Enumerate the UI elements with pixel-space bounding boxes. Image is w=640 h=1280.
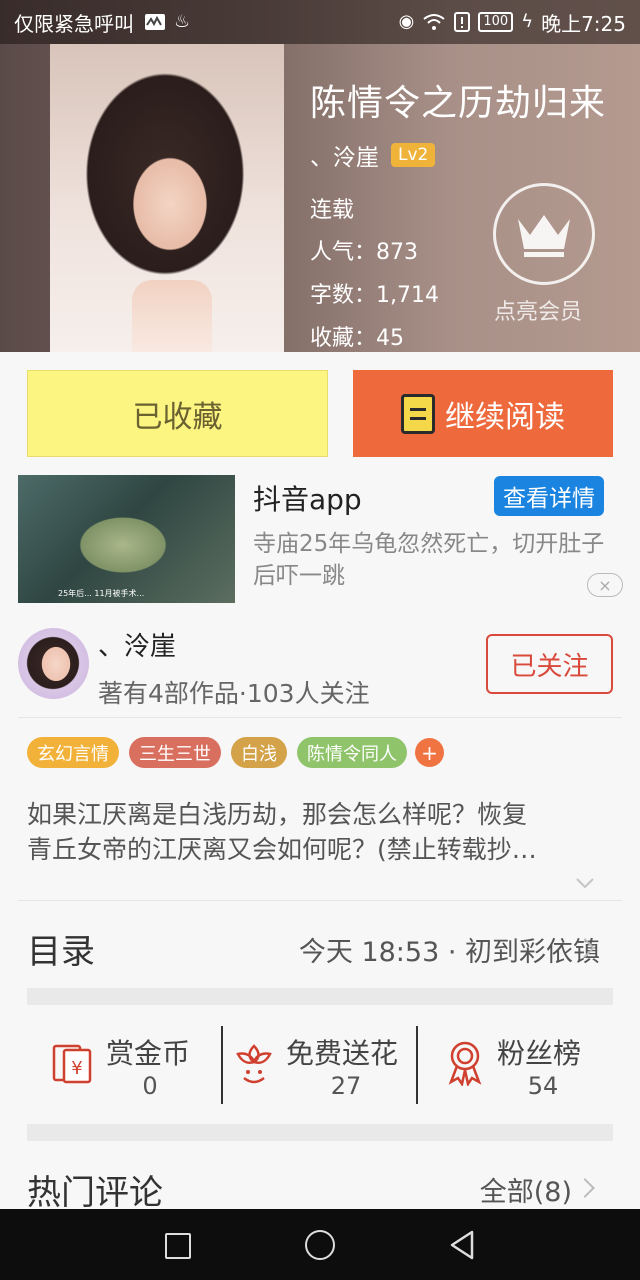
ad-detail-button[interactable]: 查看详情 (494, 476, 604, 516)
ad-description[interactable]: 寺庙25年乌龟忽然死亡，切开肚子后吓一跳 (253, 528, 613, 592)
book-favorites: 收藏：45 (310, 326, 404, 351)
section-band (27, 1124, 613, 1141)
book-title: 陈情令之历劫归来 (310, 83, 607, 124)
book-word-count: 字数：1,714 (310, 283, 439, 308)
stat-value: 0 (142, 1072, 158, 1100)
section-band (27, 988, 613, 1005)
book-author[interactable]: 、泠崖 (310, 138, 379, 172)
add-tag-button[interactable]: + (415, 738, 444, 767)
ad-thumb-caption: 25年后... 11月被手术... (58, 589, 145, 598)
back-icon[interactable] (448, 1229, 476, 1261)
activity-icon (145, 14, 165, 30)
chevron-down-icon[interactable] (574, 872, 596, 894)
carrier-text: 仅限紧急呼叫 (14, 11, 134, 36)
continue-reading-button[interactable]: 继续阅读 (353, 370, 613, 457)
wifi-icon (423, 14, 445, 30)
ad-title[interactable]: 抖音app (253, 478, 362, 518)
charging-icon: ϟ (521, 11, 534, 32)
home-icon[interactable] (305, 1230, 335, 1260)
tag-item[interactable]: 陈情令同人 (297, 737, 407, 768)
divider (221, 1026, 223, 1104)
author-stats: 著有4部作品·103人关注 (98, 679, 370, 708)
divider (416, 1026, 418, 1104)
author-name[interactable]: 、泠崖 (98, 626, 176, 663)
all-comments-link[interactable]: 全部(8) (480, 1170, 572, 1209)
reward-coins-stat[interactable]: ¥ 赏金币 0 (50, 1026, 220, 1104)
catalog-latest-chapter[interactable]: 今天 18:53 · 初到彩依镇 (299, 930, 600, 969)
battery-indicator: 100 (478, 12, 514, 32)
red-envelope-icon: ¥ (52, 1044, 92, 1084)
continue-reading-label: 继续阅读 (445, 399, 565, 435)
fan-ranking-stat[interactable]: 粉丝榜 54 (445, 1026, 605, 1104)
avatar[interactable] (18, 628, 89, 699)
collected-button[interactable]: 已收藏 (27, 370, 328, 457)
book-header: 陈情令之历劫归来 、泠崖 Lv2 连载 人气：873 字数：1,714 收藏：4… (0, 0, 640, 352)
vip-label[interactable]: 点亮会员 (494, 294, 582, 326)
status-bar: 仅限紧急呼叫 ♨ ◉ 100 ϟ 晚上7:25 (0, 0, 640, 44)
hot-comments-title: 热门评论 (27, 1173, 163, 1213)
eye-icon: ◉ (398, 11, 415, 32)
book-popularity: 人气：873 (310, 240, 418, 265)
stat-value: 27 (330, 1072, 362, 1100)
catalog-title[interactable]: 目录 (27, 924, 95, 973)
divider (18, 900, 622, 901)
medal-icon (448, 1041, 482, 1086)
synopsis-line: 如果江厌离是白浅历劫，那会怎么样呢？恢复 (27, 800, 528, 829)
stat-label: 赏金币 (106, 1037, 191, 1070)
svg-text:¥: ¥ (71, 1058, 82, 1079)
stat-label: 粉丝榜 (497, 1037, 582, 1070)
book-cover[interactable] (50, 44, 284, 352)
level-badge: Lv2 (391, 143, 436, 167)
flower-icon (236, 1044, 272, 1084)
chevron-right-icon[interactable] (575, 1178, 595, 1198)
cover-figure (132, 280, 212, 352)
system-nav-bar (0, 1209, 640, 1280)
recent-apps-icon[interactable] (165, 1233, 191, 1259)
synopsis-line: 青丘女帝的江厌离又会如何呢？(禁止转载抄… (27, 835, 537, 864)
divider (18, 717, 622, 718)
ad-thumbnail[interactable]: 25年后... 11月被手术... (18, 475, 235, 603)
stat-value: 54 (527, 1072, 559, 1100)
alert-icon (454, 12, 471, 32)
tag-list: 玄幻言情 三生三世 白浅 陈情令同人 + (27, 737, 444, 768)
tag-item[interactable]: 白浅 (231, 737, 287, 768)
clock: 晚上7:25 (541, 11, 626, 36)
stat-label: 免费送花 (286, 1037, 399, 1070)
ad-close-icon[interactable]: × (587, 573, 623, 597)
notification-icon: ♨ (174, 11, 191, 32)
synopsis[interactable]: 如果江厌离是白浅历劫，那会怎么样呢？恢复 青丘女帝的江厌离又会如何呢？(禁止转载… (27, 797, 617, 867)
free-flower-stat[interactable]: 免费送花 27 (234, 1026, 414, 1104)
crown-icon (518, 215, 570, 257)
book-status: 连载 (310, 198, 355, 223)
vip-crown-button[interactable] (493, 183, 595, 285)
tag-item[interactable]: 玄幻言情 (27, 737, 119, 768)
tag-item[interactable]: 三生三世 (129, 737, 221, 768)
author-line[interactable]: 、泠崖 Lv2 (310, 138, 436, 172)
book-icon (401, 393, 435, 434)
follow-button[interactable]: 已关注 (486, 634, 613, 694)
